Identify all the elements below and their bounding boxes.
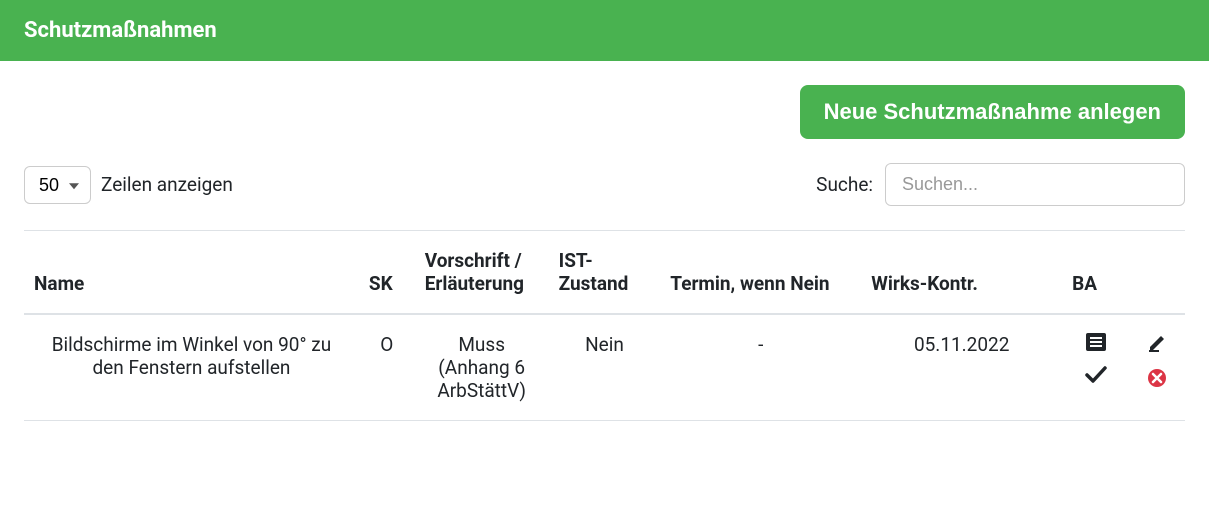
cell-actions [1129,314,1185,421]
search-controls: Suche: [816,163,1185,206]
cell-ba [1062,314,1129,421]
header-ist[interactable]: IST-Zustand [549,231,661,315]
cell-termin: - [660,314,861,421]
header-termin[interactable]: Termin, wenn Nein [660,231,861,315]
page-size-select-wrap: 50 [24,166,91,204]
delete-icon[interactable] [1147,368,1167,393]
pagination-controls: 50 Zeilen anzeigen [24,166,233,204]
header-name[interactable]: Name [24,231,359,315]
table-header-row: Name SK Vorschrift / Erläuterung IST-Zus… [24,231,1185,315]
header-vorschrift[interactable]: Vorschrift / Erläuterung [415,231,549,315]
ba-icons [1072,333,1119,389]
header-bar: Schutzmaßnahmen [0,0,1209,61]
new-protection-button[interactable]: Neue Schutzmaßnahme anlegen [800,85,1185,139]
search-label: Suche: [816,173,873,196]
rows-label: Zeilen anzeigen [101,173,233,196]
row-action-icons [1139,333,1175,393]
page-size-select[interactable]: 50 [24,166,91,204]
list-icon[interactable] [1086,333,1106,356]
header-actions [1129,231,1185,315]
header-sk[interactable]: SK [359,231,415,315]
cell-sk: O [359,314,415,421]
cell-wirks: 05.11.2022 [861,314,1062,421]
cell-name: Bildschirme im Winkel von 90° zu den Fen… [24,314,359,421]
table-row: Bildschirme im Winkel von 90° zu den Fen… [24,314,1185,421]
content-area: Neue Schutzmaßnahme anlegen 50 Zeilen an… [0,61,1209,421]
cell-ist: Nein [549,314,661,421]
cell-vorschrift: Muss (Anhang 6 ArbStättV) [415,314,549,421]
top-actions: Neue Schutzmaßnahme anlegen [24,85,1185,139]
page-title: Schutzmaßnahmen [24,18,217,43]
header-wirks[interactable]: Wirks-Kontr. [861,231,1062,315]
controls-row: 50 Zeilen anzeigen Suche: [24,163,1185,206]
header-ba[interactable]: BA [1062,231,1129,315]
edit-icon[interactable] [1147,333,1167,358]
search-input[interactable] [885,163,1185,206]
protection-table: Name SK Vorschrift / Erläuterung IST-Zus… [24,230,1185,421]
check-icon[interactable] [1085,366,1107,389]
